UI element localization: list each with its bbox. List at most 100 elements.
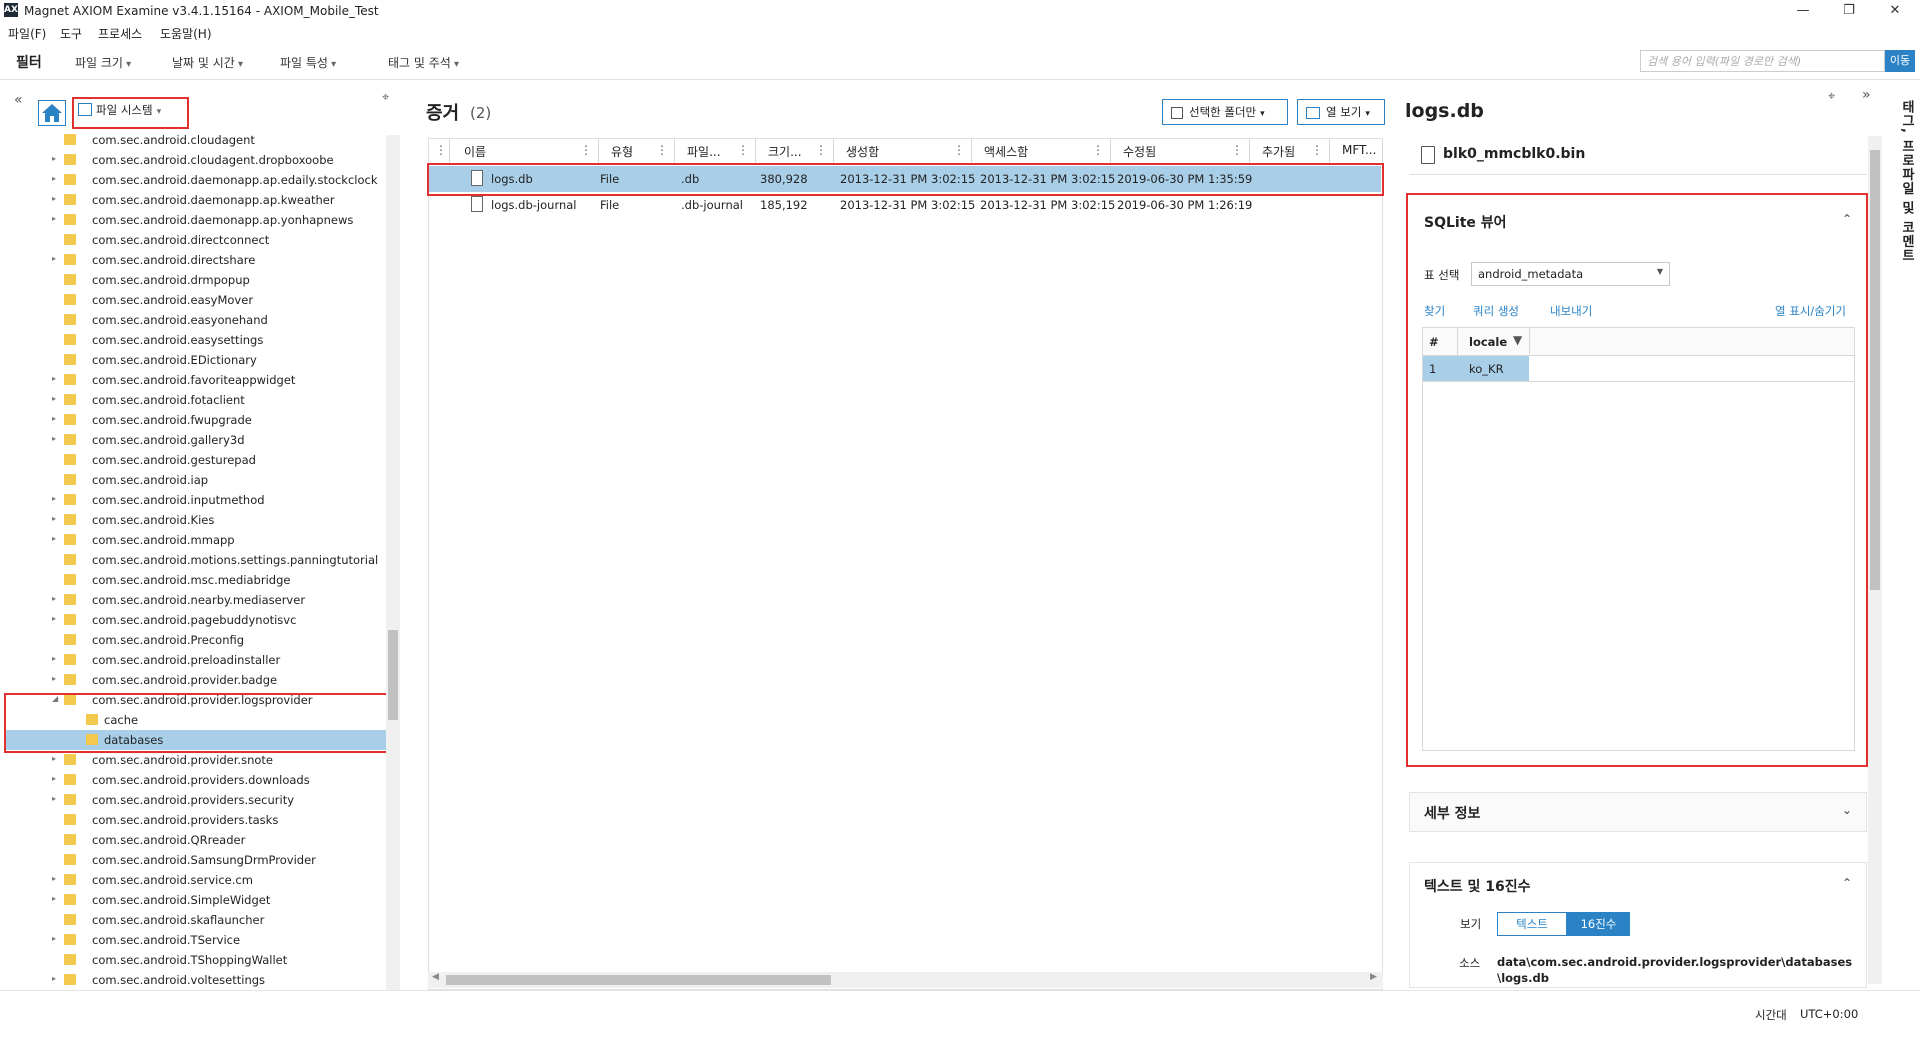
- expand-arrow-icon[interactable]: ▸: [52, 654, 56, 663]
- sqlite-grid-row[interactable]: 1 ko_KR: [1423, 356, 1854, 382]
- tree-folder[interactable]: ▸ com.sec.android.gallery3d: [4, 430, 389, 450]
- expand-right-icon[interactable]: »: [1862, 87, 1871, 103]
- close-button[interactable]: ✕: [1872, 0, 1918, 22]
- column-header[interactable]: 유형 ⋮: [599, 139, 675, 163]
- expand-arrow-icon[interactable]: ▸: [52, 254, 56, 263]
- expand-arrow-icon[interactable]: ▸: [52, 754, 56, 763]
- view-selector-dropdown[interactable]: 파일 시스템 ▾: [78, 102, 184, 124]
- minimize-button[interactable]: —: [1780, 0, 1826, 22]
- column-view-button[interactable]: 열 보기 ▾: [1297, 99, 1385, 125]
- filter-icon[interactable]: ▼: [1513, 333, 1522, 347]
- tree-folder[interactable]: ▸ com.sec.android.daemonapp.ap.yonhapnews: [4, 210, 389, 230]
- expand-arrow-icon[interactable]: ▸: [52, 774, 56, 783]
- tags-profiles-comments-tab[interactable]: 태그, 프로파일 및 코멘트: [1888, 100, 1916, 400]
- export-link[interactable]: 내보내기: [1550, 303, 1592, 319]
- tree-folder[interactable]: ▸ com.sec.android.cloudagent.dropboxoobe: [4, 150, 389, 170]
- expand-arrow-icon[interactable]: ▸: [52, 974, 56, 983]
- column-menu-icon[interactable]: ⋮: [580, 143, 592, 157]
- expand-arrow-icon[interactable]: ▸: [52, 394, 56, 403]
- details-section[interactable]: 세부 정보 ⌄: [1409, 792, 1867, 832]
- tree-folder[interactable]: com.sec.android.Preconfig: [4, 630, 389, 650]
- tab-hex[interactable]: 16진수: [1567, 912, 1630, 936]
- expand-arrow-icon[interactable]: ▸: [52, 674, 56, 683]
- center-hscrollbar[interactable]: ◀ ▶: [428, 972, 1383, 988]
- column-menu-icon[interactable]: ⋮: [656, 143, 668, 157]
- tree-folder[interactable]: ▸ com.sec.android.fwupgrade: [4, 410, 389, 430]
- pin-right-icon[interactable]: ⌖: [1828, 89, 1835, 104]
- expand-arrow-icon[interactable]: ▸: [52, 594, 56, 603]
- scroll-left-icon[interactable]: ◀: [432, 972, 439, 982]
- tree-folder[interactable]: ▸ com.sec.android.mmapp: [4, 530, 389, 550]
- table-select-dropdown[interactable]: android_metadata ▼: [1471, 262, 1670, 286]
- tree-folder[interactable]: ▸ com.sec.android.nearby.mediaserver: [4, 590, 389, 610]
- expand-arrow-icon[interactable]: ▸: [52, 514, 56, 523]
- menu-tools[interactable]: 도구: [60, 25, 82, 42]
- tree-folder[interactable]: ▸ com.sec.android.daemonapp.ap.edaily.sto…: [4, 170, 389, 190]
- tree-folder[interactable]: ▸ com.sec.android.providers.downloads: [4, 770, 389, 790]
- column-header[interactable]: 수정됨 ⋮: [1111, 139, 1250, 163]
- expand-arrow-icon[interactable]: ▸: [52, 934, 56, 943]
- find-link[interactable]: 찾기: [1424, 303, 1445, 319]
- tree-folder[interactable]: ▸ com.sec.android.provider.snote: [4, 750, 389, 770]
- column-header[interactable]: 추가됨 ⋮: [1250, 139, 1330, 163]
- tree-folder[interactable]: ▸ com.sec.android.daemonapp.ap.kweather: [4, 190, 389, 210]
- tree-folder[interactable]: ▸ com.sec.android.preloadinstaller: [4, 650, 389, 670]
- expand-details-icon[interactable]: ⌄: [1842, 803, 1852, 817]
- menu-file[interactable]: 파일(F): [8, 25, 46, 42]
- toggle-columns-link[interactable]: 열 표시/숨기기: [1775, 303, 1846, 319]
- expand-arrow-icon[interactable]: ▸: [52, 894, 56, 903]
- tree-folder[interactable]: ▸ com.sec.android.directshare: [4, 250, 389, 270]
- scroll-right-icon[interactable]: ▶: [1370, 972, 1377, 982]
- tree-folder[interactable]: com.sec.android.skaflauncher: [4, 910, 389, 930]
- right-scrollbar[interactable]: [1868, 136, 1882, 984]
- tree-scrollbar[interactable]: [386, 135, 400, 990]
- tree-folder[interactable]: ▸ com.sec.android.fotaclient: [4, 390, 389, 410]
- filter-file-attributes[interactable]: 파일 특성: [280, 54, 336, 71]
- home-button[interactable]: [38, 100, 66, 126]
- tree-scrollbar-thumb[interactable]: [388, 630, 398, 720]
- column-header[interactable]: 이름 ⋮: [450, 139, 599, 163]
- tree-folder[interactable]: com.sec.android.QRreader: [4, 830, 389, 850]
- filter-file-size[interactable]: 파일 크기: [75, 54, 131, 71]
- expand-arrow-icon[interactable]: ▸: [52, 154, 56, 163]
- tree-folder[interactable]: com.sec.android.directconnect: [4, 230, 389, 250]
- tree-folder[interactable]: com.sec.android.easysettings: [4, 330, 389, 350]
- column-header[interactable]: 크기... ⋮: [756, 139, 834, 163]
- filter-tags-comments[interactable]: 태그 및 주석: [388, 54, 459, 71]
- menu-process[interactable]: 프로세스: [98, 25, 142, 42]
- expand-arrow-icon[interactable]: ▸: [52, 174, 56, 183]
- collapse-sqlite-icon[interactable]: ⌃: [1842, 212, 1852, 226]
- tree-folder[interactable]: com.sec.android.motions.settings.panning…: [4, 550, 389, 570]
- column-menu-icon[interactable]: ⋮: [1092, 143, 1104, 157]
- tree-folder[interactable]: ▸ com.sec.android.pagebuddynotisvc: [4, 610, 389, 630]
- column-menu-icon[interactable]: ⋮: [737, 143, 749, 157]
- expand-arrow-icon[interactable]: ▸: [52, 534, 56, 543]
- tree-folder[interactable]: com.sec.android.drmpopup: [4, 270, 389, 290]
- restore-button[interactable]: ❐: [1826, 0, 1872, 22]
- tab-text[interactable]: 텍스트: [1497, 912, 1567, 936]
- center-hscroll-thumb[interactable]: [446, 975, 831, 985]
- collapse-text-hex-icon[interactable]: ⌃: [1842, 876, 1852, 890]
- search-input[interactable]: [1640, 50, 1885, 72]
- expand-arrow-icon[interactable]: ▸: [52, 874, 56, 883]
- column-menu-icon[interactable]: ⋮: [1231, 143, 1243, 157]
- column-menu-icon[interactable]: ⋮: [1311, 143, 1323, 157]
- go-button[interactable]: 이동: [1885, 50, 1915, 72]
- query-builder-link[interactable]: 쿼리 생성: [1473, 303, 1519, 319]
- tree-folder[interactable]: com.sec.android.msc.mediabridge: [4, 570, 389, 590]
- expand-arrow-icon[interactable]: ▸: [52, 494, 56, 503]
- tree-folder[interactable]: com.sec.android.TShoppingWallet: [4, 950, 389, 970]
- selected-folder-only-button[interactable]: 선택한 폴더만 ▾: [1162, 99, 1288, 125]
- tree-folder[interactable]: com.sec.android.easyMover: [4, 290, 389, 310]
- expand-arrow-icon[interactable]: ▸: [52, 614, 56, 623]
- tree-folder[interactable]: com.sec.android.gesturepad: [4, 450, 389, 470]
- tree-folder[interactable]: ▸ com.sec.android.provider.badge: [4, 670, 389, 690]
- expand-arrow-icon[interactable]: ▸: [52, 414, 56, 423]
- column-menu-icon[interactable]: ⋮: [953, 143, 965, 157]
- column-header[interactable]: 파일... ⋮: [675, 139, 756, 163]
- tree-folder[interactable]: ▸ com.sec.android.inputmethod: [4, 490, 389, 510]
- tree-folder[interactable]: com.sec.android.providers.tasks: [4, 810, 389, 830]
- tree-folder[interactable]: ▸ com.sec.android.SimpleWidget: [4, 890, 389, 910]
- column-menu-icon[interactable]: ⋮: [815, 143, 827, 157]
- expand-arrow-icon[interactable]: ▸: [52, 374, 56, 383]
